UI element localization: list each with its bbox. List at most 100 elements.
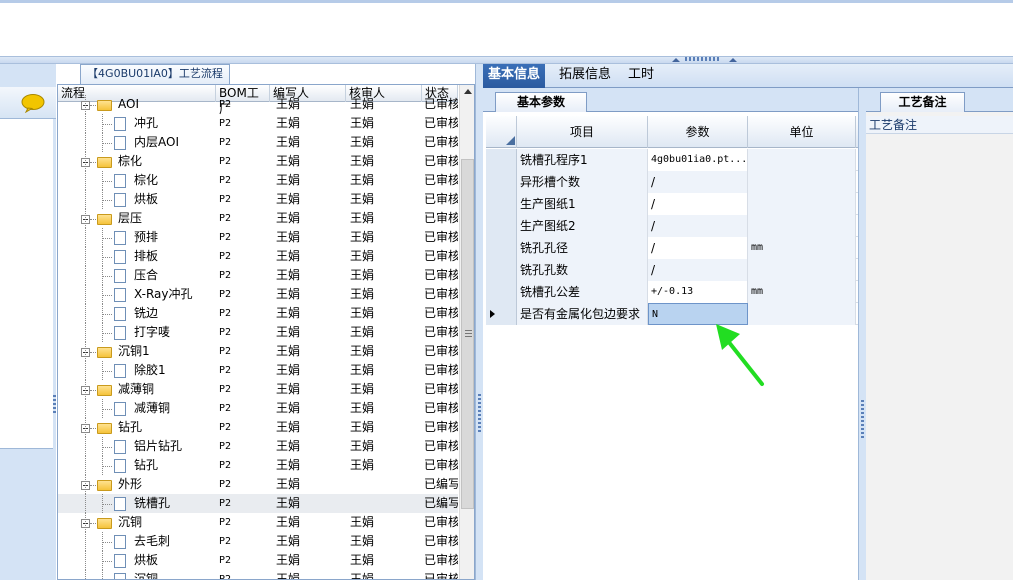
tree-row-group[interactable]: 减薄铜 P2 王娟 王娟 已审核 <box>58 380 458 399</box>
document-icon <box>114 459 126 473</box>
param-cell[interactable]: / <box>648 215 748 237</box>
tree-row-group[interactable]: 钻孔 P2 王娟 王娟 已审核 <box>58 418 458 437</box>
writer-cell: 王娟 <box>276 211 301 225</box>
vertical-splitter[interactable] <box>858 88 866 580</box>
writer-cell: 王娟 <box>276 477 301 491</box>
tree-row-group[interactable]: 棕化 P2 王娟 王娟 已审核 <box>58 152 458 171</box>
subtab-basic-params[interactable]: 基本参数 <box>495 92 587 112</box>
tree-row-group[interactable]: 外形 P2 王娟 已编写 <box>58 475 458 494</box>
document-icon <box>114 269 126 283</box>
tree-row-group[interactable]: AOI P2 王娟 王娟 已审核 <box>58 95 458 114</box>
tree-row-step[interactable]: 钻孔 P2 王娟 王娟 已审核 <box>58 456 458 475</box>
tree-row-group[interactable]: 沉铜 P2 王娟 王娟 已审核 <box>58 513 458 532</box>
horizontal-splitter[interactable] <box>0 56 1013 64</box>
bom-cell: P2 <box>219 118 232 129</box>
params-row[interactable]: 是否有金属化包边要求 N <box>486 303 859 325</box>
tree-row-step[interactable]: 冲孔 P2 王娟 王娟 已审核 <box>58 114 458 133</box>
tree-row-step[interactable]: 去毛刺 P2 王娟 王娟 已审核 <box>58 532 458 551</box>
params-row[interactable]: 生产图纸1/ <box>486 193 859 215</box>
params-row[interactable]: 异形槽个数 / <box>486 171 859 193</box>
param-cell[interactable]: / <box>648 237 748 259</box>
tree-row-group[interactable]: 层压 P2 王娟 王娟 已审核 <box>58 209 458 228</box>
scrollbar-thumb[interactable] <box>461 159 474 509</box>
process-tree-grid: 流程 BOM工厂 编写人 核审人 状态 AOI P2 王娟 王娟 已审核 冲孔 P2 王娟 王娟… <box>57 84 475 580</box>
flow-cell: 减薄铜 <box>58 399 216 418</box>
tree-connector <box>102 143 112 144</box>
tree-row-step[interactable]: 铣槽孔 P2 王娟 已编写 <box>58 494 458 513</box>
params-row[interactable]: 铣孔孔径 / mm <box>486 237 859 259</box>
row-header[interactable] <box>486 149 517 171</box>
node-label: 预排 <box>134 230 159 244</box>
flow-cell: 沉铜 <box>58 513 216 532</box>
tab-basic-info[interactable]: 基本信息 <box>483 64 546 88</box>
flow-cell: 铣边 <box>58 304 216 323</box>
row-header[interactable] <box>486 259 517 281</box>
column-header-item[interactable]: 项目 <box>517 116 648 148</box>
row-header[interactable] <box>486 215 517 237</box>
flow-cell: 钻孔 <box>58 456 216 475</box>
param-cell[interactable]: +/-0.13 <box>648 281 748 303</box>
tree-row-step[interactable]: 排板 P2 王娟 王娟 已审核 <box>58 247 458 266</box>
node-label: 沉铜1 <box>118 344 150 358</box>
params-row[interactable]: 铣槽孔程序1 4g0bu01ia0.pt... <box>486 149 859 171</box>
tab-work-hours[interactable]: 工时 <box>623 64 659 88</box>
splitter-grip-icon[interactable] <box>53 395 56 415</box>
node-label: X-Ray冲孔 <box>134 287 193 301</box>
tree-connector <box>85 209 86 228</box>
document-icon <box>114 307 126 321</box>
params-row[interactable]: 铣槽孔公差 +/-0.13 mm <box>486 281 859 303</box>
node-label: 烘板 <box>134 192 159 206</box>
tree-row-step[interactable]: 沉铜 P2 王娟 王娟 已审核 <box>58 570 458 579</box>
bom-cell: P2 <box>219 403 232 414</box>
splitter-grip-icon[interactable] <box>685 57 721 61</box>
detail-tabbar: 基本信息 拓展信息 工时 <box>483 64 1013 88</box>
tree-vertical-scrollbar[interactable] <box>459 85 474 579</box>
flow-cell: 沉铜 <box>58 570 216 579</box>
row-header[interactable] <box>486 237 517 259</box>
tree-connector <box>102 561 112 562</box>
process-flow-tab[interactable]: 【4G0BU01IA0】工艺流程 <box>80 64 230 84</box>
tree-row-step[interactable]: 烘板 P2 王娟 王娟 已审核 <box>58 190 458 209</box>
tree-row-step[interactable]: 棕化 P2 王娟 王娟 已审核 <box>58 171 458 190</box>
param-cell[interactable]: 4g0bu01ia0.pt... <box>648 149 748 171</box>
chat-bubble-icon[interactable] <box>20 93 46 113</box>
tree-row-step[interactable]: 减薄铜 P2 王娟 王娟 已审核 <box>58 399 458 418</box>
item-cell: 铣槽孔程序1 <box>517 149 648 171</box>
tree-row-step[interactable]: 铣边 P2 王娟 王娟 已审核 <box>58 304 458 323</box>
status-cell: 已审核 <box>424 325 458 339</box>
reviewer-cell: 王娟 <box>350 382 375 396</box>
splitter-grip-icon[interactable] <box>861 400 864 440</box>
tree-connector <box>85 456 86 475</box>
tree-row-step[interactable]: 压合 P2 王娟 王娟 已审核 <box>58 266 458 285</box>
tree-row-step[interactable]: 预排 P2 王娟 王娟 已审核 <box>58 228 458 247</box>
collapse-up-icon[interactable] <box>729 58 737 62</box>
tree-row-step[interactable]: 烘板 P2 王娟 王娟 已审核 <box>58 551 458 570</box>
remarks-tabbar: 工艺备注 <box>866 88 1013 112</box>
scroll-up-icon[interactable] <box>464 89 472 94</box>
vertical-splitter[interactable] <box>475 64 483 580</box>
column-header-param[interactable]: 参数 <box>648 116 748 148</box>
tab-extended-info[interactable]: 拓展信息 <box>554 64 616 88</box>
row-header[interactable] <box>486 303 517 325</box>
collapse-up-icon[interactable] <box>672 58 680 62</box>
splitter-grip-icon[interactable] <box>478 394 481 434</box>
params-row[interactable]: 铣孔孔数 / <box>486 259 859 281</box>
column-header-unit[interactable]: 单位 <box>748 116 856 148</box>
tree-row-step[interactable]: 内层AOI P2 王娟 王娟 已审核 <box>58 133 458 152</box>
tree-row-step[interactable]: X-Ray冲孔 P2 王娟 王娟 已审核 <box>58 285 458 304</box>
tree-connector <box>102 314 112 315</box>
unit-cell <box>748 193 856 215</box>
tab-process-remarks[interactable]: 工艺备注 <box>880 92 965 112</box>
row-header[interactable] <box>486 193 517 215</box>
tree-row-step[interactable]: 铝片钻孔 P2 王娟 王娟 已审核 <box>58 437 458 456</box>
param-cell[interactable]: / <box>648 193 748 215</box>
tree-row-step[interactable]: 打字唛 P2 王娟 王娟 已审核 <box>58 323 458 342</box>
select-all-corner[interactable] <box>486 116 517 148</box>
param-cell[interactable]: / <box>648 259 748 281</box>
params-row[interactable]: 生产图纸2/ <box>486 215 859 237</box>
param-cell[interactable]: / <box>648 171 748 193</box>
row-header[interactable] <box>486 281 517 303</box>
tree-row-step[interactable]: 除胶1 P2 王娟 王娟 已审核 <box>58 361 458 380</box>
tree-row-group[interactable]: 沉铜1 P2 王娟 王娟 已审核 <box>58 342 458 361</box>
row-header[interactable] <box>486 171 517 193</box>
